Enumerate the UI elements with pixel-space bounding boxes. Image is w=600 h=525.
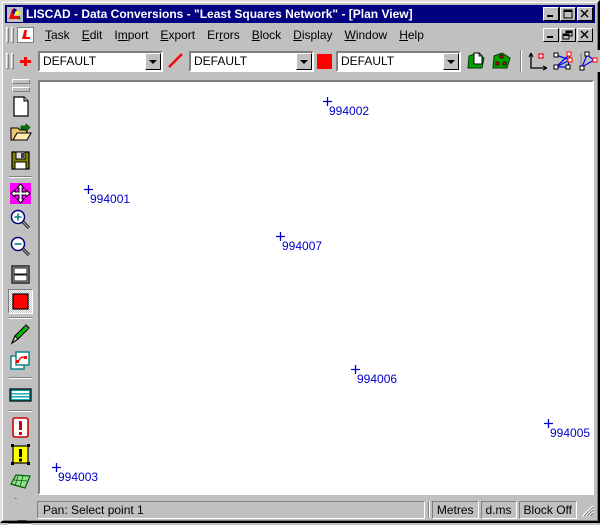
menu-item-help[interactable]: Help — [393, 26, 430, 44]
menu-drag-grip-2[interactable] — [11, 27, 14, 43]
toolbar-drag-grip[interactable] — [6, 53, 9, 69]
menu-item-import[interactable]: Import — [108, 26, 154, 44]
fill-layer-combo[interactable]: DEFAULT — [336, 50, 461, 72]
point-label: 994003 — [58, 470, 99, 484]
left-toolbar-separator-4 — [9, 410, 32, 412]
menu-item-block[interactable]: Block — [246, 26, 287, 44]
application-window: LISCAD - Data Conversions - "Least Squar… — [0, 0, 600, 525]
title-bar: LISCAD - Data Conversions - "Least Squar… — [5, 5, 595, 23]
mdi-close-button[interactable] — [577, 28, 593, 42]
left-toolbar-separator-3 — [9, 377, 32, 379]
menu-bar: Task Edit Import Export Errors Block Dis… — [5, 24, 595, 46]
mdi-document-icon[interactable] — [17, 27, 34, 43]
surface-button[interactable] — [8, 469, 33, 494]
left-toolbar — [5, 76, 36, 516]
resize-grip-icon[interactable] — [580, 503, 594, 517]
tile-windows-button[interactable] — [8, 262, 33, 287]
point-label: 994007 — [282, 239, 323, 253]
menu-drag-grip[interactable] — [6, 27, 9, 43]
save-file-button[interactable] — [8, 148, 33, 173]
open-file-button[interactable] — [8, 121, 33, 146]
zoom-out-button[interactable] — [8, 235, 33, 260]
maximize-button[interactable] — [560, 7, 576, 21]
mdi-restore-button[interactable] — [560, 28, 576, 42]
status-message: Pan: Select point 1 — [37, 500, 425, 519]
left-toolbar-separator — [9, 176, 32, 178]
plan-view-canvas[interactable]: 994002 994001 994007 994006 994005 994003 — [38, 80, 594, 495]
chevron-down-icon-2[interactable] — [296, 52, 312, 70]
status-bar: Pan: Select point 1 Metres d.ms Block Of… — [5, 499, 595, 520]
line-layer-combo[interactable]: DEFAULT — [189, 50, 314, 72]
left-toolbar-separator-2 — [9, 317, 32, 319]
angle-panel: d.ms — [480, 500, 517, 519]
line-layer-value: DEFAULT — [194, 54, 248, 68]
units-panel: Metres — [431, 500, 479, 519]
red-line-icon[interactable] — [166, 51, 186, 71]
fill-layer-value: DEFAULT — [341, 54, 395, 68]
point-label: 994001 — [90, 192, 131, 206]
toolbar-drag-grip-2[interactable] — [11, 53, 14, 69]
new-polygon-button[interactable] — [465, 50, 488, 72]
menu-item-task[interactable]: Task — [39, 26, 76, 44]
close-button[interactable] — [577, 7, 593, 21]
new-file-button[interactable] — [8, 94, 33, 119]
liscad-logo-icon — [7, 6, 23, 22]
menu-item-display[interactable]: Display — [287, 26, 338, 44]
traverse-button[interactable] — [577, 50, 600, 72]
warning-button[interactable] — [8, 442, 33, 467]
block-panel: Block Off — [518, 500, 577, 519]
point-label: 994006 — [357, 372, 398, 386]
menu-item-window[interactable]: Window — [339, 26, 394, 44]
point-layer-value: DEFAULT — [43, 54, 97, 68]
chevron-down-icon-3[interactable] — [443, 52, 459, 70]
point-layer-combo[interactable]: DEFAULT — [38, 50, 163, 72]
chevron-down-icon[interactable] — [145, 52, 161, 70]
network-adjust-button[interactable] — [552, 50, 575, 72]
edit-button[interactable] — [8, 322, 33, 347]
fill-polygon-button[interactable] — [490, 50, 513, 72]
point-label: 994005 — [550, 426, 591, 440]
mdi-window-controls — [542, 28, 595, 42]
status-divider — [427, 501, 430, 518]
error-button[interactable] — [8, 415, 33, 440]
minimize-button[interactable] — [543, 7, 559, 21]
window-controls — [542, 7, 593, 21]
left-toolbar-drag-grip-2[interactable] — [11, 87, 30, 92]
menu-item-export[interactable]: Export — [154, 26, 201, 44]
left-toolbar-drag-grip[interactable] — [11, 79, 30, 84]
colour-select-button[interactable] — [8, 289, 33, 314]
red-fill-icon[interactable] — [317, 53, 332, 69]
menu-item-edit[interactable]: Edit — [76, 26, 109, 44]
menu-item-errors[interactable]: Errors — [201, 26, 246, 44]
toolbar-separator — [520, 50, 522, 72]
main-toolbar: DEFAULT DEFAULT DEFAULT — [5, 46, 600, 76]
zoom-in-button[interactable] — [8, 208, 33, 233]
keyboard-entry-button[interactable] — [8, 382, 33, 407]
mdi-minimize-button[interactable] — [543, 28, 559, 42]
window-title: LISCAD - Data Conversions - "Least Squar… — [26, 7, 413, 21]
coordinate-axes-button[interactable] — [527, 50, 550, 72]
point-label: 994002 — [329, 104, 370, 118]
pan-button[interactable] — [8, 181, 33, 206]
copy-layer-button[interactable] — [8, 349, 33, 374]
red-cross-point-icon[interactable] — [18, 52, 34, 70]
